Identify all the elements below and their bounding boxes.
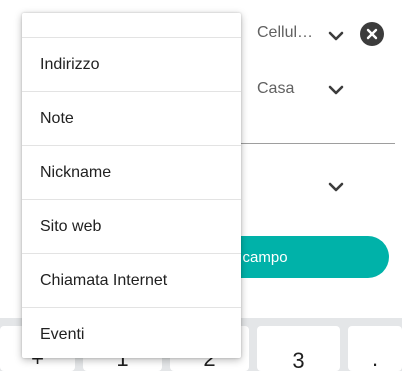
menu-item-label: Chiamata Internet (40, 271, 168, 289)
key-dot[interactable]: . (348, 326, 402, 371)
add-field-menu: Indirizzo Note Nickname Sito web Chiamat… (22, 13, 241, 358)
menu-item-nickname[interactable]: Nickname (22, 145, 241, 199)
chevron-down-icon[interactable] (328, 85, 344, 95)
menu-item-label: Eventi (40, 325, 85, 343)
menu-item-label: Indirizzo (40, 55, 100, 73)
menu-item-website[interactable]: Sito web (22, 199, 241, 253)
menu-item-internet-call[interactable]: Chiamata Internet (22, 253, 241, 307)
close-icon (366, 28, 378, 40)
section-divider (241, 143, 395, 144)
clear-field-button[interactable] (360, 22, 384, 46)
menu-item-top[interactable] (22, 13, 241, 37)
home-type-label[interactable]: Casa (257, 80, 294, 98)
menu-item-label: Sito web (40, 217, 102, 235)
chevron-down-icon[interactable] (328, 182, 344, 192)
menu-item-address[interactable]: Indirizzo (22, 37, 241, 91)
menu-item-label: Nickname (40, 163, 112, 181)
key-label: 3 (292, 348, 305, 373)
key-3[interactable]: 3 (257, 326, 340, 373)
menu-item-label: Note (40, 109, 74, 127)
menu-item-events[interactable]: Eventi (22, 307, 241, 358)
menu-item-notes[interactable]: Note (22, 91, 241, 145)
phone-type-label[interactable]: Cellul… (257, 24, 313, 42)
key-label: . (371, 346, 379, 371)
chevron-down-icon[interactable] (328, 31, 344, 41)
